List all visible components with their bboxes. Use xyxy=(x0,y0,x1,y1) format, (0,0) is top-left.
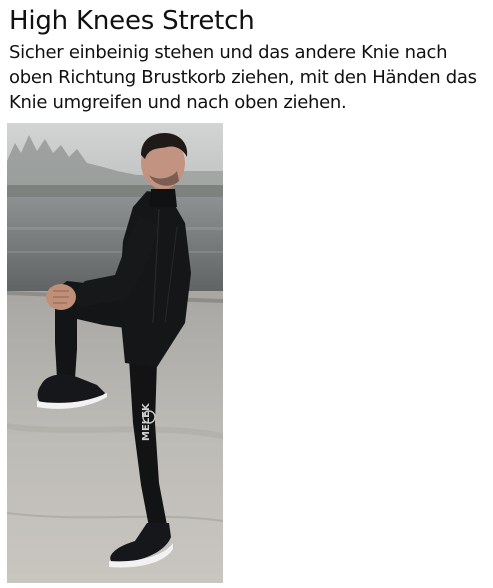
pants-logo-text: MELEK xyxy=(141,402,152,441)
exercise-photo: MELEK xyxy=(7,123,223,583)
exercise-description: Sicher einbeinig stehen und das andere K… xyxy=(9,42,477,113)
exercise-title: High Knees Stretch xyxy=(9,6,255,36)
